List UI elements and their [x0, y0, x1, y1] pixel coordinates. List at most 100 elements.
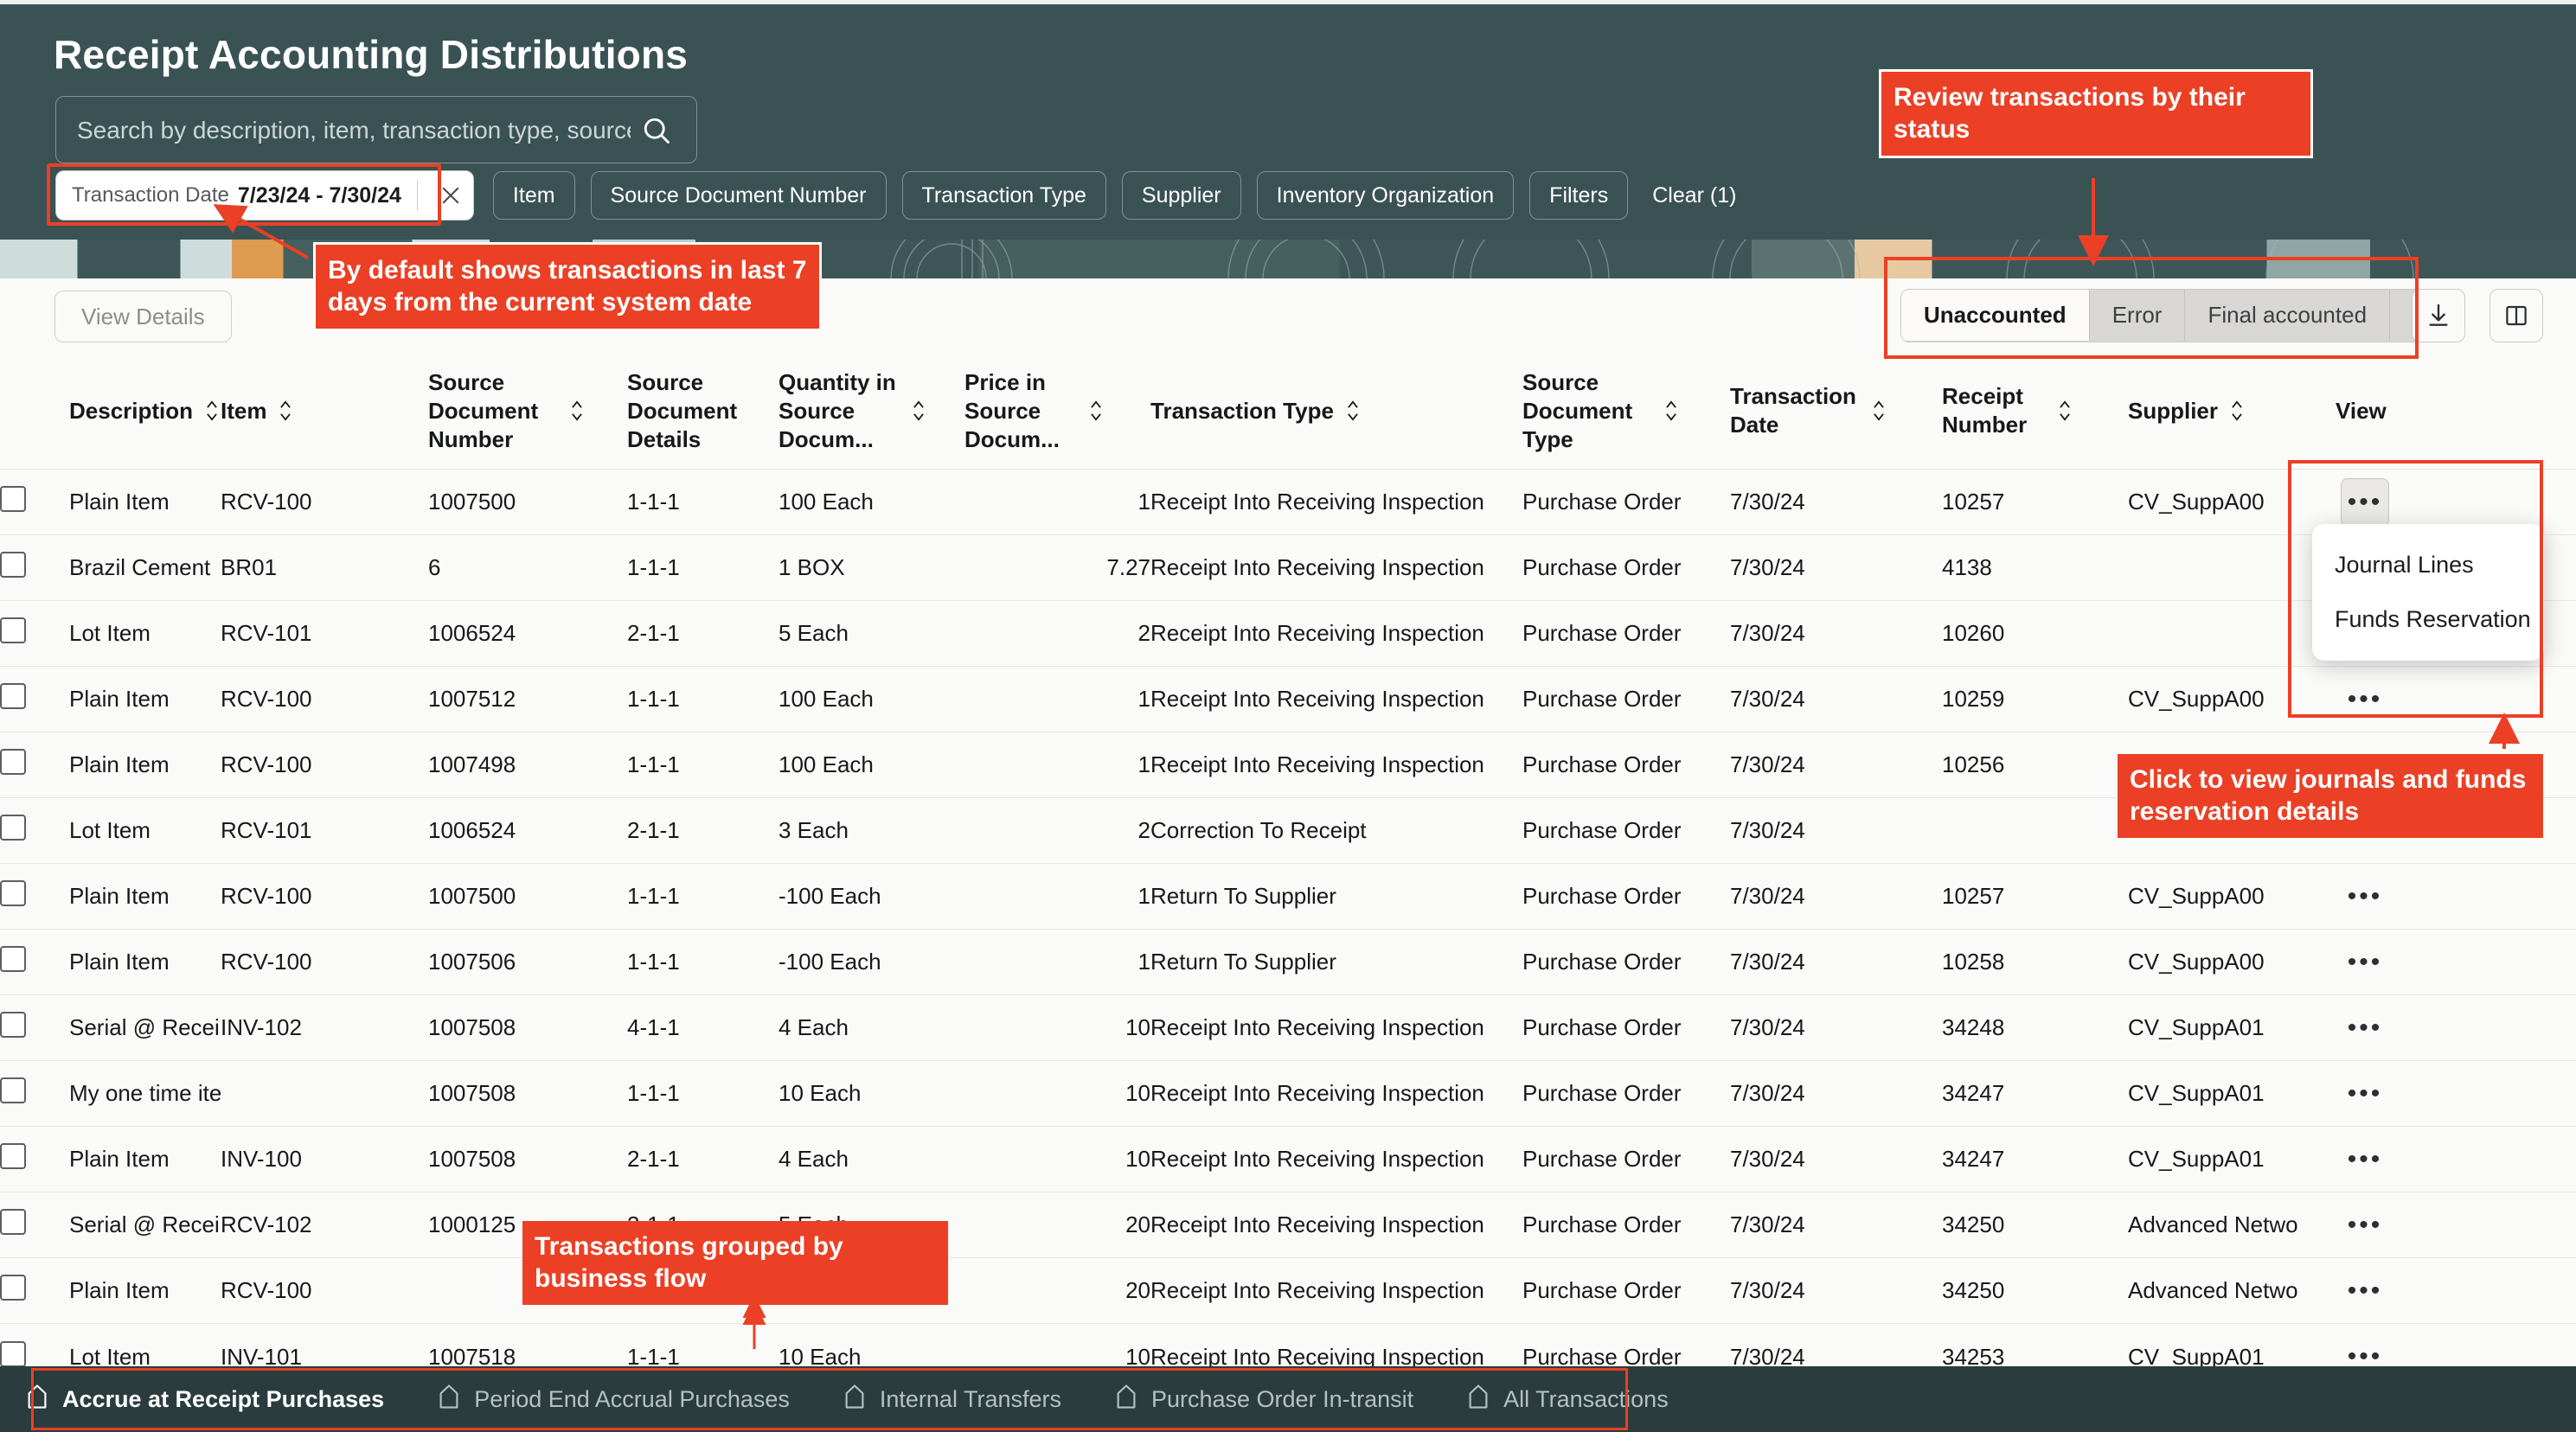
row-actions-icon[interactable]: ••• [2341, 1201, 2389, 1250]
col-transaction-date[interactable]: Transaction Date [1730, 360, 1942, 470]
cell-view[interactable]: ••• [2336, 1126, 2576, 1192]
row-checkbox[interactable] [0, 1143, 26, 1170]
sort-icon[interactable] [568, 399, 586, 423]
nav-purchase-order-in-transit[interactable]: Purchase Order In-transit [1115, 1384, 1413, 1416]
row-actions-menu[interactable]: Journal Lines Funds Reservation [2312, 524, 2544, 661]
row-checkbox-cell[interactable] [0, 534, 69, 601]
cell-view[interactable]: ••• [2336, 929, 2576, 995]
nav-all-transactions[interactable]: All Transactions [1467, 1384, 1669, 1416]
row-checkbox[interactable] [0, 1077, 26, 1104]
status-filter-error[interactable]: Error [2089, 290, 2186, 341]
row-checkbox[interactable] [0, 1209, 26, 1236]
distributions-table-container[interactable]: Description Item Source Document Number … [0, 360, 2576, 1397]
col-transaction-type[interactable]: Transaction Type [1150, 360, 1522, 470]
row-checkbox[interactable] [0, 486, 26, 513]
row-checkbox[interactable] [0, 749, 26, 776]
row-checkbox-cell[interactable] [0, 1126, 69, 1192]
table-row[interactable]: My one time item 10075081-1-110 Each10Rec… [0, 1060, 2576, 1127]
view-details-button[interactable]: View Details [54, 291, 232, 342]
row-checkbox[interactable] [0, 1012, 26, 1039]
sort-icon[interactable] [1870, 399, 1887, 423]
chip-transaction-date[interactable]: Transaction Date 7/23/24 - 7/30/24 [55, 170, 474, 221]
row-actions-icon[interactable]: ••• [2341, 1135, 2389, 1184]
table-row[interactable]: Plain ItemRCV-1005 Each20Receipt Into Re… [0, 1257, 2576, 1324]
row-checkbox-cell[interactable] [0, 1257, 69, 1324]
chip-transaction-type[interactable]: Transaction Type [901, 171, 1106, 220]
chip-source-document-number[interactable]: Source Document Number [590, 171, 887, 220]
row-checkbox-cell[interactable] [0, 469, 69, 535]
row-checkbox[interactable] [0, 1340, 26, 1367]
search-icon[interactable] [641, 115, 672, 146]
chip-supplier[interactable]: Supplier [1121, 171, 1241, 220]
table-row[interactable]: Serial @ Receipt ItemINV-10210075084-1-1… [0, 994, 2576, 1061]
sort-icon[interactable] [910, 399, 927, 423]
search-input[interactable] [77, 97, 631, 164]
search-box[interactable] [55, 96, 697, 164]
table-row[interactable]: Serial @ Receipt ItemRCV-10210001253-1-1… [0, 1192, 2576, 1258]
row-checkbox[interactable] [0, 815, 26, 841]
status-filter-final-accounted[interactable]: Final accounted [2185, 290, 2391, 341]
col-description[interactable]: Description [69, 360, 221, 470]
cell-view[interactable]: ••• [2336, 666, 2576, 732]
menu-item-funds-reservation[interactable]: Funds Reservation [2312, 592, 2544, 647]
col-price-in-source-document[interactable]: Price in Source Docum... [964, 360, 1150, 470]
row-checkbox[interactable] [0, 946, 26, 973]
sort-icon[interactable] [2056, 399, 2073, 423]
row-checkbox[interactable] [0, 552, 26, 579]
row-actions-icon[interactable]: ••• [2341, 1267, 2389, 1315]
nav-internal-transfers[interactable]: Internal Transfers [843, 1384, 1061, 1416]
sort-icon[interactable] [203, 399, 221, 423]
row-checkbox[interactable] [0, 617, 26, 644]
chip-filters[interactable]: Filters [1529, 171, 1629, 220]
col-item[interactable]: Item [221, 360, 428, 470]
col-source-document-type[interactable]: Source Document Type [1522, 360, 1730, 470]
chip-item[interactable]: Item [492, 171, 575, 220]
row-checkbox[interactable] [0, 683, 26, 710]
sort-icon[interactable] [277, 399, 294, 423]
row-actions-icon[interactable]: ••• [2341, 675, 2389, 724]
columns-icon[interactable] [2489, 289, 2543, 342]
close-icon[interactable] [428, 171, 473, 220]
col-source-document-number[interactable]: Source Document Number [428, 360, 627, 470]
table-row[interactable]: Plain Item INV-100 1007508 2-1-1 4 Each 10 Rec… [0, 1126, 2576, 1192]
table-row[interactable]: Plain Item RCV-100 1007500 1-1-1 100 Each 1 Re… [0, 469, 2576, 535]
row-checkbox-cell[interactable] [0, 732, 69, 798]
row-checkbox-cell[interactable] [0, 797, 69, 864]
table-row[interactable]: Plain Item RCV-100 1007500 1-1-1 -100 Each 1 R… [0, 863, 2576, 930]
row-checkbox[interactable] [0, 880, 26, 907]
cell-view[interactable]: ••• [2336, 1192, 2576, 1258]
row-actions-icon[interactable]: ••• [2341, 1070, 2389, 1118]
row-checkbox-cell[interactable] [0, 863, 69, 930]
cell-view[interactable]: ••• [2336, 1060, 2576, 1127]
sort-icon[interactable] [1344, 399, 1362, 423]
row-checkbox[interactable] [0, 1275, 26, 1301]
row-checkbox-cell[interactable] [0, 666, 69, 732]
col-receipt-number[interactable]: Receipt Number [1942, 360, 2128, 470]
col-quantity-in-source-document[interactable]: Quantity in Source Docum... [779, 360, 964, 470]
row-checkbox-cell[interactable] [0, 600, 69, 667]
clear-filters-button[interactable]: Clear (1) [1644, 171, 1745, 220]
row-actions-icon[interactable]: ••• [2341, 1004, 2389, 1052]
table-row[interactable]: Plain Item RCV-100 1007512 1-1-1 100 Each 1 Re… [0, 666, 2576, 732]
download-icon[interactable] [2412, 289, 2465, 342]
nav-accrue-at-receipt-purchases[interactable]: Accrue at Receipt Purchases [26, 1384, 384, 1416]
col-supplier[interactable]: Supplier [2128, 360, 2336, 470]
cell-view[interactable]: ••• [2336, 863, 2576, 930]
status-filter-unaccounted[interactable]: Unaccounted [1901, 290, 2090, 341]
row-checkbox-cell[interactable] [0, 994, 69, 1061]
chip-inventory-organization[interactable]: Inventory Organization [1256, 171, 1515, 220]
sort-icon[interactable] [1087, 399, 1105, 423]
row-actions-icon[interactable]: ••• [2341, 477, 2389, 527]
row-checkbox-cell[interactable] [0, 1192, 69, 1258]
nav-period-end-accrual-purchases[interactable]: Period End Accrual Purchases [438, 1384, 790, 1416]
row-checkbox-cell[interactable] [0, 929, 69, 995]
row-actions-icon[interactable]: ••• [2341, 873, 2389, 921]
table-row[interactable]: Lot Item RCV-101 1006524 2-1-1 5 Each 2 Receip… [0, 600, 2576, 667]
row-checkbox-cell[interactable] [0, 1060, 69, 1127]
row-actions-icon[interactable]: ••• [2341, 938, 2389, 987]
cell-view[interactable]: ••• [2336, 1257, 2576, 1324]
table-row[interactable]: Brazil Cement BR01 6 1-1-1 1 BOX 7.27 Receipt … [0, 534, 2576, 601]
cell-view[interactable]: ••• [2336, 994, 2576, 1061]
sort-icon[interactable] [2228, 399, 2246, 423]
menu-item-journal-lines[interactable]: Journal Lines [2312, 538, 2544, 592]
